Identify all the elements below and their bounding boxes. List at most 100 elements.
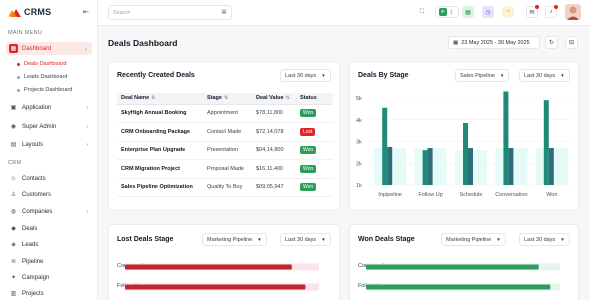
collapse-sidebar-icon[interactable]: ⇤ bbox=[83, 8, 89, 16]
sidebar-item-application[interactable]: ▣ Application › bbox=[6, 101, 92, 114]
bullet-icon bbox=[17, 88, 20, 92]
stage-cell: Quality To Buy bbox=[203, 178, 252, 197]
bullet-icon bbox=[17, 75, 20, 79]
sidebar-item-label: Leads bbox=[22, 241, 39, 248]
deal-value-cell: $04,14,800 bbox=[252, 141, 296, 160]
sidebar-item-leads[interactable]: ◈ Leads bbox=[6, 238, 92, 251]
sidebar-item-dashboard[interactable]: ▦ Dashboard ⌄ bbox=[6, 42, 92, 55]
period-filter[interactable]: Last 30 days ▼ bbox=[519, 69, 570, 82]
collapse-header-button[interactable]: ⊟ bbox=[565, 36, 578, 49]
period-filter[interactable]: Last 30 days ▼ bbox=[519, 233, 570, 246]
sidebar-item-super-admin[interactable]: ◉ Super Admin › bbox=[6, 120, 92, 133]
sidebar-item-deals[interactable]: ◆ Deals bbox=[6, 222, 92, 235]
help-icon: ◷ bbox=[485, 9, 491, 16]
recent-deals-filter[interactable]: Last 30 days ▼ bbox=[280, 69, 331, 82]
brand-logo[interactable]: CRMS bbox=[8, 6, 51, 18]
table-row[interactable]: CRM Migration Project Proposal Made $16,11… bbox=[117, 159, 333, 179]
help-button[interactable]: ◷ bbox=[482, 6, 494, 18]
deal-name-cell: CRM Migration Project bbox=[117, 159, 203, 179]
logo-mark-icon bbox=[8, 8, 21, 17]
recent-deals-card: Recently Created Deals Last 30 days ▼ De… bbox=[108, 61, 340, 211]
date-range-picker[interactable]: ▦ 23 May 2025 - 30 May 2025 bbox=[448, 36, 540, 49]
sidebar-item-label: Pipeline bbox=[22, 258, 44, 265]
column-header-deal-value[interactable]: Deal Value ⇅ bbox=[252, 93, 296, 105]
sidebar-item-layouts[interactable]: ▤ Layouts › bbox=[6, 138, 92, 151]
sidebar-subitem-projects-dashboard[interactable]: Projects Dashboard bbox=[17, 87, 72, 93]
status-cell: Won bbox=[296, 104, 333, 123]
bar bbox=[463, 123, 468, 185]
avatar[interactable] bbox=[565, 4, 581, 20]
table-row[interactable]: SkyHigh Annual Booking Appointment $78,11,… bbox=[117, 104, 333, 123]
bar bbox=[125, 264, 292, 270]
sidebar-item-companies[interactable]: ◍ Companies › bbox=[6, 205, 92, 218]
bar bbox=[366, 264, 539, 270]
notification-dot bbox=[554, 5, 558, 9]
page-title: Deals Dashboard bbox=[108, 38, 178, 48]
notifications-button[interactable]: ♪ bbox=[545, 5, 558, 18]
bar bbox=[508, 148, 514, 185]
projects-icon: ▥ bbox=[10, 291, 17, 297]
chevron-down-icon: ▼ bbox=[560, 73, 565, 78]
sidebar-item-projects[interactable]: ▥ Projects bbox=[6, 287, 92, 300]
status-badge: Won bbox=[300, 109, 317, 118]
fullscreen-button[interactable]: ⛶ bbox=[416, 6, 428, 18]
filter-label: Sales Pipeline bbox=[460, 72, 495, 79]
deal-value-cell: $72,14,078 bbox=[252, 122, 296, 142]
lost-deals-card: Lost Deals Stage Marketing Pipeline ▼ La… bbox=[108, 224, 340, 300]
building-icon: ◍ bbox=[10, 209, 17, 215]
layout-icon: ▤ bbox=[10, 142, 17, 148]
status-cell: Lost bbox=[296, 122, 333, 142]
won-deals-chart: ConversationFollow Up bbox=[358, 263, 560, 291]
sidebar-item-campaign[interactable]: ✦ Campaign bbox=[6, 271, 92, 284]
pipeline-filter[interactable]: Marketing Pipeline ▼ bbox=[202, 233, 267, 246]
deal-name-cell: SkyHigh Annual Booking bbox=[117, 104, 203, 123]
table-row[interactable]: CRM Onboarding Package Contact Made $72,14… bbox=[117, 122, 333, 142]
table-row[interactable]: Enterprise Plan Upgrade Presentation $04,1… bbox=[117, 141, 333, 160]
clock-button[interactable]: ◔ bbox=[502, 6, 514, 18]
stage-cell: Appointment bbox=[203, 104, 252, 123]
grid-button[interactable]: ▦ bbox=[462, 6, 474, 18]
chevron-right-icon: › bbox=[86, 141, 88, 148]
grid-icon: ▦ bbox=[465, 9, 471, 16]
sidebar-item-contacts[interactable]: ☺ Contacts bbox=[6, 172, 92, 185]
sidebar: CRMS ⇤ MAIN MENU ▦ Dashboard ⌄ Deals Das… bbox=[0, 0, 98, 300]
deal-name-cell: Sales Pipeline Optimization bbox=[117, 178, 203, 197]
sidebar-item-label: Contacts bbox=[22, 175, 46, 182]
pipeline-filter[interactable]: Marketing Pipeline ▼ bbox=[441, 233, 506, 246]
deals-by-stage-title: Deals By Stage bbox=[358, 72, 409, 79]
deal-name-cell: Enterprise Plan Upgrade bbox=[117, 141, 203, 160]
bar bbox=[422, 150, 428, 185]
won-deals-card: Won Deals Stage Marketing Pipeline ▼ Las… bbox=[349, 224, 579, 300]
grid-icon: ▣ bbox=[10, 105, 17, 111]
table-row[interactable]: Sales Pipeline Optimization Quality To Bu… bbox=[117, 178, 333, 197]
x-tick-label: Inpipeline bbox=[378, 192, 402, 198]
theme-toggle[interactable]: ☀ ☾ bbox=[435, 6, 459, 18]
refresh-icon: ↻ bbox=[548, 40, 555, 46]
sidebar-item-pipeline[interactable]: ≋ Pipeline bbox=[6, 255, 92, 268]
sidebar-item-label: Application bbox=[22, 104, 52, 111]
sidebar-item-label: Super Admin bbox=[22, 123, 57, 130]
column-header-deal-name[interactable]: Deal Name ⇅ bbox=[117, 93, 203, 105]
refresh-button[interactable]: ↻ bbox=[545, 36, 558, 49]
pipeline-filter[interactable]: Sales Pipeline ▼ bbox=[455, 69, 510, 82]
column-header-status[interactable]: Status bbox=[296, 93, 333, 105]
table-header-row: Deal Name ⇅ Stage ⇅ Deal Value ⇅ Status bbox=[117, 93, 333, 105]
sidebar-subitem-deals-dashboard[interactable]: Deals Dashboard bbox=[17, 61, 67, 67]
column-header-stage[interactable]: Stage ⇅ bbox=[203, 93, 252, 105]
period-filter[interactable]: Last 30 days ▼ bbox=[280, 233, 331, 246]
status-cell: Won bbox=[296, 141, 333, 160]
sidebar-subitem-label: Deals Dashboard bbox=[24, 61, 67, 67]
moon-icon: ☾ bbox=[449, 9, 456, 16]
sidebar-item-label: Projects bbox=[22, 290, 44, 297]
sidebar-item-customers[interactable]: ♙ Customers bbox=[6, 188, 92, 201]
sidebar-subitem-leads-dashboard[interactable]: Leads Dashboard bbox=[17, 74, 67, 80]
bar bbox=[548, 148, 554, 185]
search-placeholder: Search bbox=[113, 9, 131, 16]
stage-cell: Contact Made bbox=[203, 122, 252, 142]
messages-button[interactable]: ✉ bbox=[526, 5, 539, 18]
chevron-down-icon: ▼ bbox=[257, 237, 262, 242]
search-input[interactable]: Search ⌘ bbox=[108, 5, 232, 20]
recent-deals-title: Recently Created Deals bbox=[117, 72, 195, 79]
chevron-right-icon: › bbox=[86, 208, 88, 215]
sidebar-item-label: Companies bbox=[22, 208, 53, 215]
